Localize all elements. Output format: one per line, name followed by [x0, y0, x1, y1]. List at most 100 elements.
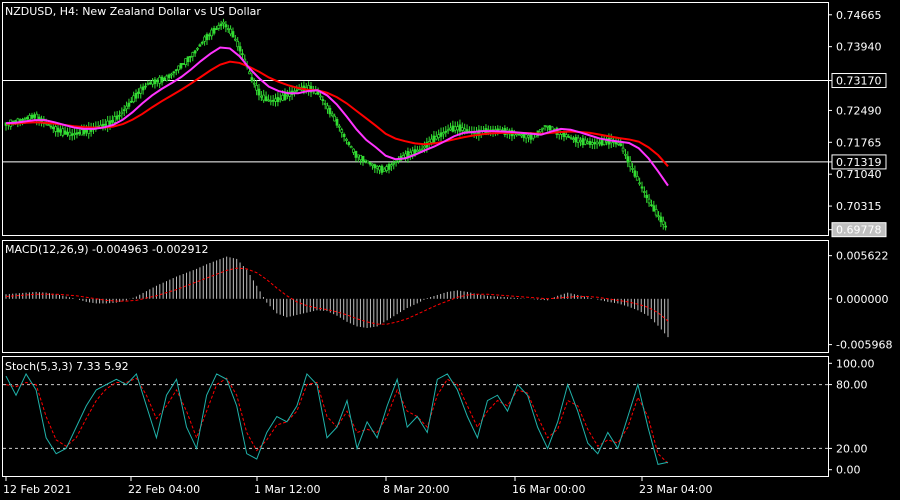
- macd-axis-label: 0.000000: [836, 293, 889, 306]
- candle-body: [323, 103, 327, 105]
- candle-body: [179, 63, 183, 69]
- candle-body: [139, 87, 143, 94]
- candle-body: [652, 205, 656, 212]
- candle-body: [647, 198, 651, 204]
- slow-moving-average-line: [6, 60, 669, 167]
- candle-body: [654, 209, 658, 216]
- candle-body: [286, 94, 289, 97]
- candle-body: [328, 107, 332, 115]
- candle-body: [127, 102, 131, 107]
- price-axis-label: 0.70315: [836, 200, 882, 213]
- candle-body: [271, 99, 275, 102]
- time-axis-label: 16 Mar 00:00: [512, 483, 585, 496]
- candle-body: [538, 129, 542, 133]
- macd-signal-line: [5, 267, 669, 325]
- candle-body: [120, 111, 124, 115]
- candle-body: [115, 115, 119, 120]
- price-axis-label: 0.71319: [836, 156, 882, 169]
- candle-body: [229, 28, 232, 35]
- candle-body: [562, 132, 566, 138]
- candle-body: [181, 63, 185, 65]
- candle-body: [546, 125, 549, 128]
- candle-body: [453, 126, 457, 131]
- candle-body: [283, 93, 287, 100]
- stoch-signal-line: [5, 377, 669, 464]
- candle-body: [236, 40, 240, 48]
- candle-body: [404, 153, 407, 158]
- macd-panel-frame: [2, 240, 829, 353]
- candle-body: [517, 133, 521, 136]
- price-panel-frame: [2, 2, 829, 236]
- macd-panel-title: MACD(12,26,9) -0.004963 -0.002912: [5, 243, 208, 256]
- candle-body: [56, 127, 60, 133]
- candle-body: [333, 115, 336, 122]
- candle-body: [595, 141, 599, 145]
- candle-body: [276, 97, 280, 103]
- candle-body: [212, 28, 216, 34]
- price-panel-title: NZDUSD, H4: New Zealand Dollar vs US Dol…: [5, 5, 261, 18]
- candle-body: [274, 98, 277, 102]
- time-axis-label: 12 Feb 2021: [3, 483, 71, 496]
- candle-body: [231, 31, 235, 38]
- candle-body: [368, 162, 372, 165]
- candle-body: [569, 137, 573, 139]
- candle-body: [250, 77, 254, 82]
- candle-body: [222, 21, 225, 25]
- macd-axis-label: -0.005968: [836, 339, 892, 352]
- candle-body: [177, 65, 180, 71]
- candle-body: [59, 129, 62, 133]
- candle-body: [590, 142, 594, 145]
- candle-body: [635, 176, 639, 181]
- candle-body: [160, 76, 164, 83]
- candle-body: [638, 182, 641, 185]
- candle-body: [574, 137, 578, 143]
- candle-body: [515, 133, 519, 136]
- candle-body: [616, 142, 620, 145]
- candle-body: [387, 164, 391, 170]
- candle-body: [645, 194, 649, 199]
- candle-body: [380, 165, 384, 173]
- candle-body: [541, 127, 545, 130]
- candle-body: [385, 166, 388, 171]
- candle-body: [148, 82, 152, 85]
- candle-body: [321, 99, 325, 102]
- candle-body: [430, 138, 433, 143]
- candle-body: [255, 84, 258, 91]
- candle-body: [659, 216, 663, 223]
- candle-body: [158, 76, 162, 84]
- candle-body: [47, 124, 50, 126]
- candle-body: [524, 134, 528, 139]
- stoch-axis-label: 80.00: [836, 379, 868, 392]
- candle-body: [170, 73, 173, 76]
- candle-body: [186, 56, 190, 63]
- candle-body: [335, 119, 339, 126]
- candle-body: [85, 129, 88, 133]
- candle-body: [21, 119, 24, 121]
- candle-body: [257, 88, 261, 96]
- trading-chart[interactable]: 0.74665 0.73940 0.73170 0.72490 0.71765 0.713…: [0, 0, 900, 500]
- candle-body: [134, 93, 138, 99]
- candle-body: [605, 140, 608, 143]
- candle-body: [101, 123, 105, 128]
- candle-body: [456, 126, 459, 131]
- candle-body: [61, 128, 65, 136]
- fast-moving-average-line: [5, 46, 669, 187]
- candle-body: [543, 125, 547, 127]
- candle-body: [141, 86, 145, 91]
- price-axis-label: 0.73170: [836, 75, 882, 88]
- candle-body: [345, 138, 348, 141]
- candle-body: [30, 114, 34, 119]
- candle-body: [33, 114, 36, 118]
- candle-body: [198, 44, 202, 47]
- time-axis-label: 1 Mar 12:00: [254, 483, 320, 496]
- time-axis-label: 23 Mar 04:00: [639, 483, 712, 496]
- candle-body: [401, 155, 405, 159]
- candle-body: [340, 129, 344, 133]
- candle-body: [264, 96, 268, 102]
- candle-body: [191, 52, 195, 57]
- candle-body: [196, 47, 199, 50]
- candle-body: [408, 152, 412, 156]
- candle-body: [193, 50, 197, 54]
- candle-body: [144, 85, 147, 88]
- candle-body: [248, 71, 251, 75]
